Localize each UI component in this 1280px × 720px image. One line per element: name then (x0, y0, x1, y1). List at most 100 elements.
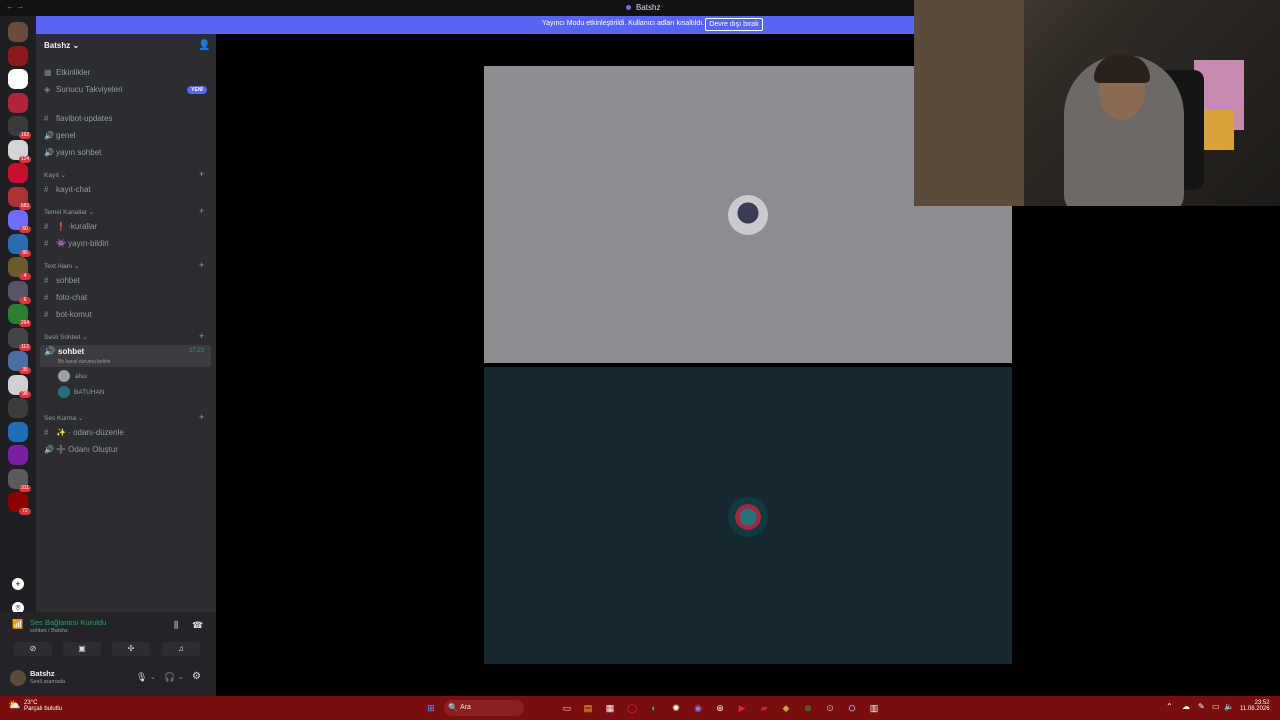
channel-item[interactable]: # 👾 yayın-bildiri (44, 237, 208, 251)
server-icon[interactable]: 311 (8, 468, 31, 492)
create-channel-icon[interactable]: + (199, 260, 204, 270)
file-explorer-icon[interactable]: ▤ (581, 701, 595, 715)
channel-item[interactable]: # kayıt-chat (44, 183, 208, 197)
chatgpt-icon[interactable]: ✺ (669, 701, 683, 715)
noise-suppression-icon[interactable]: ⫼ (174, 620, 178, 631)
activities-button[interactable]: ✣ (112, 642, 150, 656)
edge-icon[interactable]: ◐ (647, 701, 661, 715)
channel-item[interactable]: # ❗ ·kurallar (44, 220, 208, 234)
channel-label: kayıt-chat (56, 185, 91, 194)
app-icon[interactable]: ▰ (757, 701, 771, 715)
voice-member-name[interactable]: BATUHAN (74, 389, 105, 396)
avatar[interactable] (58, 386, 70, 398)
channel-item[interactable]: 🔊 ➕ Odanı Oluştur (44, 443, 208, 457)
text-channel-icon: # (44, 428, 49, 437)
soundboard-button[interactable]: ♫ (162, 642, 200, 656)
channel-item[interactable]: 🔊 genel (44, 129, 208, 143)
channel-item[interactable]: # ✨ · odanı-düzenle (44, 426, 208, 440)
system-clock[interactable]: 23:52 11.08.2026 (1240, 700, 1270, 712)
start-icon[interactable]: ⊞ (424, 701, 438, 715)
server-icon[interactable]: 682 (8, 186, 31, 210)
voice-member-name[interactable]: alsu (75, 373, 87, 380)
server-icon[interactable]: 264 (8, 304, 31, 327)
weather-widget[interactable]: 23°C Parçalı bulutlu (24, 700, 62, 712)
task-view-icon[interactable]: ▭ (560, 701, 574, 715)
server-icon[interactable] (8, 163, 28, 183)
volume-icon[interactable]: 🔈 (1224, 702, 1234, 711)
chevron-down-icon[interactable]: ⌄ (150, 673, 156, 681)
channel-status-hint[interactable]: Bir kanal durumu belirle (58, 359, 111, 365)
youtube-music-icon[interactable]: ▶ (735, 701, 749, 715)
create-channel-icon[interactable]: + (199, 412, 204, 422)
chevron-down-icon[interactable]: ⌄ (178, 673, 184, 681)
disable-streamer-mode-button[interactable]: Devre dışı bırak (705, 18, 763, 31)
app-icon[interactable]: ⊙ (823, 701, 837, 715)
server-icon[interactable]: 6 (8, 280, 31, 304)
category-label: Text Alanı (44, 263, 73, 270)
nav-arrows-icon[interactable]: ← → (6, 2, 24, 11)
epic-icon[interactable]: ▥ (867, 701, 881, 715)
server-icon[interactable] (8, 445, 28, 465)
server-icon[interactable]: 86 (8, 233, 31, 257)
channel-item[interactable]: # foto-chat (44, 291, 208, 305)
store-icon[interactable]: ▦ (603, 701, 617, 715)
server-icon[interactable]: 162 (8, 116, 31, 139)
create-channel-icon[interactable]: + (199, 169, 204, 179)
microphone-icon[interactable]: 🎙 (136, 672, 147, 683)
server-icon[interactable] (8, 45, 28, 66)
lol-icon[interactable]: ◆ (779, 701, 793, 715)
chevron-up-icon[interactable]: ⌃ (1166, 702, 1173, 711)
disconnect-icon[interactable]: ☎ (192, 620, 203, 631)
display-icon[interactable]: ▭ (1212, 702, 1220, 711)
server-icon[interactable]: 4 (8, 257, 31, 280)
signal-icon[interactable]: 📶 (12, 619, 23, 630)
server-icon[interactable]: 72 (8, 492, 31, 515)
server-icon[interactable] (8, 92, 28, 113)
network-icon[interactable]: ☁ (1182, 702, 1190, 711)
weather-icon[interactable]: ⛅ (8, 700, 20, 711)
settings-gear-icon[interactable]: ⚙ (192, 671, 201, 682)
category-header[interactable]: Ses Kurma ⌄ (44, 414, 83, 422)
avatar[interactable] (10, 670, 26, 686)
server-icon[interactable] (8, 398, 28, 418)
server-icon[interactable]: 124 (8, 139, 31, 163)
channel-item[interactable]: # bot-komut (44, 308, 208, 322)
server-icon[interactable] (8, 421, 28, 442)
channel-item[interactable]: 🔊 yayın sohbet (44, 146, 208, 160)
server-icon[interactable] (8, 22, 28, 42)
camera-button[interactable]: ⊘ (14, 642, 52, 656)
channel-item[interactable]: # sohbet (44, 274, 208, 288)
opera-icon[interactable]: ◯ (625, 701, 639, 715)
server-icon[interactable] (8, 69, 28, 89)
server-icon[interactable]: 35 (8, 351, 31, 374)
server-icon[interactable]: 112 (8, 327, 31, 351)
create-channel-icon[interactable]: + (199, 206, 204, 216)
server-icon[interactable]: 60 (8, 210, 31, 233)
github-icon[interactable]: ⊛ (713, 701, 727, 715)
category-header[interactable]: Temel Kanallar ⌄ (44, 208, 94, 216)
voice-location[interactable]: sohbet / Batshz (30, 628, 68, 634)
avatar[interactable] (728, 497, 768, 537)
guild-header[interactable]: Batshz ⌄ (44, 41, 79, 50)
avatar[interactable] (728, 195, 768, 235)
boost-icon: ◈ (44, 85, 51, 94)
invite-people-icon[interactable]: 👤 (198, 40, 210, 51)
pen-icon[interactable]: ✎ (1198, 702, 1205, 711)
add-server-icon[interactable]: + (12, 578, 24, 590)
discord-icon[interactable]: ◉ (691, 701, 705, 715)
channel-label: sohbet (56, 276, 81, 285)
screen-share-button[interactable]: ▣ (63, 642, 101, 656)
steam-icon[interactable]: ⛭ (845, 701, 859, 715)
events-item[interactable]: ▦ Etkinlikler (44, 66, 208, 80)
category-header[interactable]: Kayıt ⌄ (44, 171, 66, 179)
streamer-mode-banner: Yayıncı Modu etkinleştirildi. Kullanıcı … (36, 16, 916, 34)
xbox-icon[interactable]: ⊗ (801, 701, 815, 715)
boosts-item[interactable]: ◈ Sunucu Takviyeleri (44, 83, 208, 97)
headphones-icon[interactable]: 🎧 (164, 672, 175, 683)
category-header[interactable]: Text Alanı ⌄ (44, 262, 79, 270)
create-channel-icon[interactable]: + (199, 331, 204, 341)
category-header[interactable]: Sesli Sohbet ⌄ (44, 333, 88, 341)
avatar[interactable] (58, 370, 70, 382)
channel-item[interactable]: # flavibot-updates (44, 112, 208, 126)
server-icon[interactable]: 98 (8, 374, 31, 398)
